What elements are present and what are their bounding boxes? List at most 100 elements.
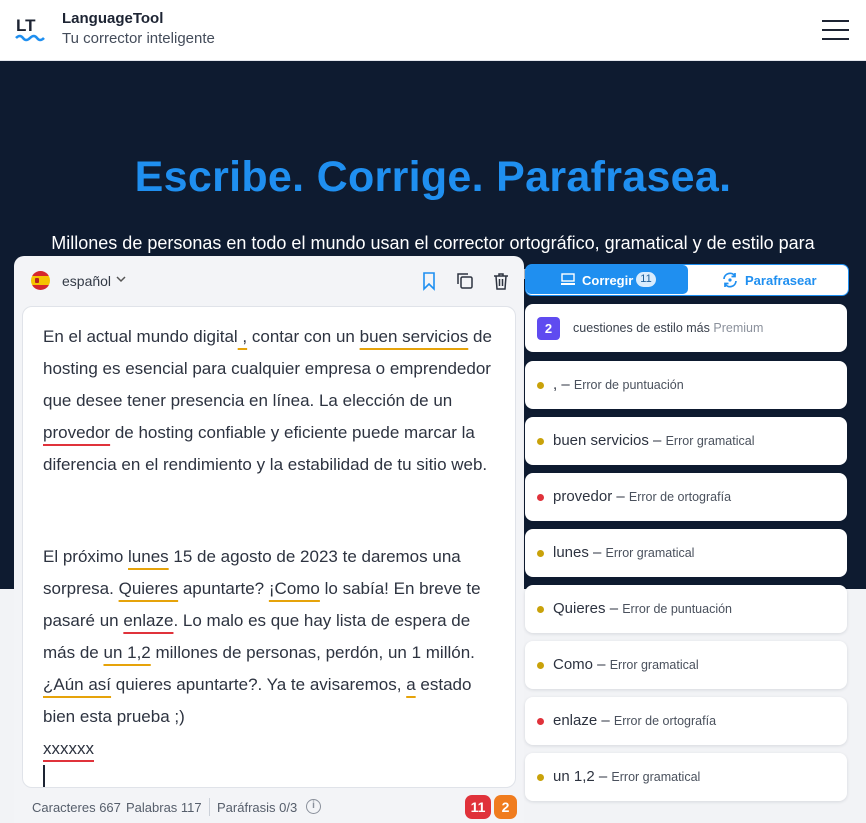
word-count: Palabras 117: [126, 800, 202, 815]
text-run: millones de personas, perdón, un 1 milló…: [150, 643, 475, 662]
info-icon[interactable]: i: [306, 799, 321, 814]
issue-card[interactable]: Quieres – Error de puntuación: [525, 585, 847, 633]
issue-card[interactable]: Como – Error gramatical: [525, 641, 847, 689]
severity-dot-icon: [537, 550, 544, 557]
grammar-issue-highlight[interactable]: ¡Como: [269, 579, 320, 598]
menu-icon[interactable]: [822, 20, 849, 40]
issue-card[interactable]: un 1,2 – Error gramatical: [525, 753, 847, 801]
grammar-issue-highlight[interactable]: a: [406, 675, 415, 694]
tab-parafrasear-label: Parafrasear: [745, 273, 817, 288]
issue-type: Error de ortografía: [628, 490, 732, 504]
issue-word: un 1,2: [553, 768, 595, 785]
hero-subtitle-line1: Millones de personas en todo el mundo us…: [51, 233, 815, 253]
issue-card[interactable]: provedor – Error de ortografía: [525, 473, 847, 521]
text-run: apuntarte?: [178, 579, 269, 598]
spelling-error-highlight[interactable]: enlaze: [123, 611, 173, 630]
grammar-issue-highlight[interactable]: ,: [238, 327, 247, 346]
editor-panel: español En el actual mundo digital , con…: [14, 256, 524, 823]
issue-separator: –: [612, 488, 629, 505]
severity-dot-icon: [537, 662, 544, 669]
editor-paragraph-3[interactable]: xxxxxx: [43, 733, 503, 765]
tab-parafrasear[interactable]: Parafrasear: [689, 265, 849, 294]
text-run: quieres apuntarte?. Ya te avisaremos,: [111, 675, 407, 694]
spelling-error-highlight[interactable]: provedor: [43, 423, 110, 442]
issue-card[interactable]: enlaze – Error de ortografía: [525, 697, 847, 745]
issue-card[interactable]: , – Error de puntuación: [525, 361, 847, 409]
issue-word: buen servicios: [553, 432, 649, 449]
trash-icon[interactable]: [491, 271, 511, 291]
copy-icon[interactable]: [455, 271, 475, 291]
issue-separator: –: [557, 376, 574, 393]
issue-word: lunes: [553, 544, 589, 561]
severity-dot-icon: [537, 494, 544, 501]
issue-word: Como: [553, 656, 594, 673]
footer-divider: [209, 798, 210, 816]
issue-text: provedor – Error de ortografía: [553, 488, 731, 505]
issue-text: buen servicios – Error gramatical: [553, 432, 755, 449]
premium-description: cuestiones de estilo más: [573, 321, 710, 335]
severity-dot-icon: [537, 718, 544, 725]
editor-footer: Caracteres 667 Palabras 117 Paráfrasis 0…: [14, 788, 524, 823]
text-editor[interactable]: En el actual mundo digital , contar con …: [22, 306, 516, 788]
premium-issues-card[interactable]: 2 cuestiones de estilo más Premium: [525, 304, 847, 352]
spain-flag-icon: [31, 271, 50, 290]
issue-type: Error gramatical: [611, 770, 701, 784]
premium-count: 2: [537, 317, 560, 340]
error-count-badge[interactable]: 11: [465, 795, 491, 819]
editor-paragraph-2[interactable]: El próximo lunes 15 de agosto de 2023 te…: [43, 541, 503, 733]
text-run: de hosting confiable y eficiente puede m…: [43, 423, 488, 474]
text-run: contar con un: [247, 327, 360, 346]
languagetool-logo-icon[interactable]: LT: [14, 14, 46, 44]
issue-separator: –: [588, 544, 606, 561]
tab-corregir-count: 11: [636, 272, 656, 287]
severity-dot-icon: [537, 438, 544, 445]
issue-text: un 1,2 – Error gramatical: [553, 768, 700, 785]
issue-word: provedor: [553, 488, 613, 505]
brand-name[interactable]: LanguageTool: [62, 10, 163, 27]
issue-separator: –: [594, 768, 612, 785]
issue-type: Error gramatical: [609, 658, 699, 672]
issue-text: Quieres – Error de puntuación: [553, 600, 732, 617]
issue-type: Error de puntuación: [573, 378, 684, 392]
monitor-icon: [561, 273, 575, 285]
issue-type: Error gramatical: [605, 546, 695, 560]
language-selector[interactable]: español: [62, 273, 111, 289]
issue-separator: –: [593, 656, 610, 673]
style-count-badge[interactable]: 2: [494, 795, 517, 819]
tab-corregir-label: Corregir: [582, 273, 634, 288]
severity-dot-icon: [537, 606, 544, 613]
grammar-issue-highlight[interactable]: buen servicios: [360, 327, 469, 346]
top-bar: LT LanguageTool Tu corrector inteligente: [0, 0, 866, 61]
issue-separator: –: [597, 712, 614, 729]
issue-text: , – Error de puntuación: [553, 376, 684, 393]
issue-separator: –: [648, 432, 666, 449]
issue-card[interactable]: buen servicios – Error gramatical: [525, 417, 847, 465]
grammar-issue-highlight[interactable]: un 1,2: [103, 643, 150, 662]
severity-dot-icon: [537, 382, 544, 389]
mode-tabs: Corregir 11 Parafrasear: [525, 264, 849, 296]
text-run: El próximo: [43, 547, 129, 566]
issue-separator: –: [605, 600, 623, 617]
tab-corregir[interactable]: Corregir 11: [526, 265, 688, 294]
grammar-issue-highlight[interactable]: lunes: [128, 547, 169, 566]
brand-tagline: Tu corrector inteligente: [62, 30, 215, 47]
grammar-issue-highlight[interactable]: Quieres: [119, 579, 179, 598]
grammar-issue-highlight[interactable]: ¿Aún así: [43, 675, 111, 694]
refresh-icon: [723, 272, 737, 288]
severity-dot-icon: [537, 774, 544, 781]
issue-text: lunes – Error gramatical: [553, 544, 694, 561]
bookmark-icon[interactable]: [419, 271, 439, 291]
issue-text: enlaze – Error de ortografía: [553, 712, 716, 729]
issue-type: Error de ortografía: [613, 714, 717, 728]
editor-paragraph-1[interactable]: En el actual mundo digital , contar con …: [43, 321, 503, 481]
paraphrase-count: Paráfrasis 0/3: [217, 800, 298, 815]
text-run: En el actual mundo digital: [43, 327, 238, 346]
svg-text:LT: LT: [16, 16, 36, 35]
premium-text: cuestiones de estilo más Premium: [573, 321, 763, 335]
text-caret: [43, 765, 45, 787]
issue-card[interactable]: lunes – Error gramatical: [525, 529, 847, 577]
chevron-down-icon[interactable]: [115, 273, 127, 285]
editor-toolbar: español: [14, 256, 524, 306]
underlined-error-xxxxxx[interactable]: xxxxxx: [43, 739, 94, 758]
character-count: Caracteres 667: [32, 800, 121, 815]
